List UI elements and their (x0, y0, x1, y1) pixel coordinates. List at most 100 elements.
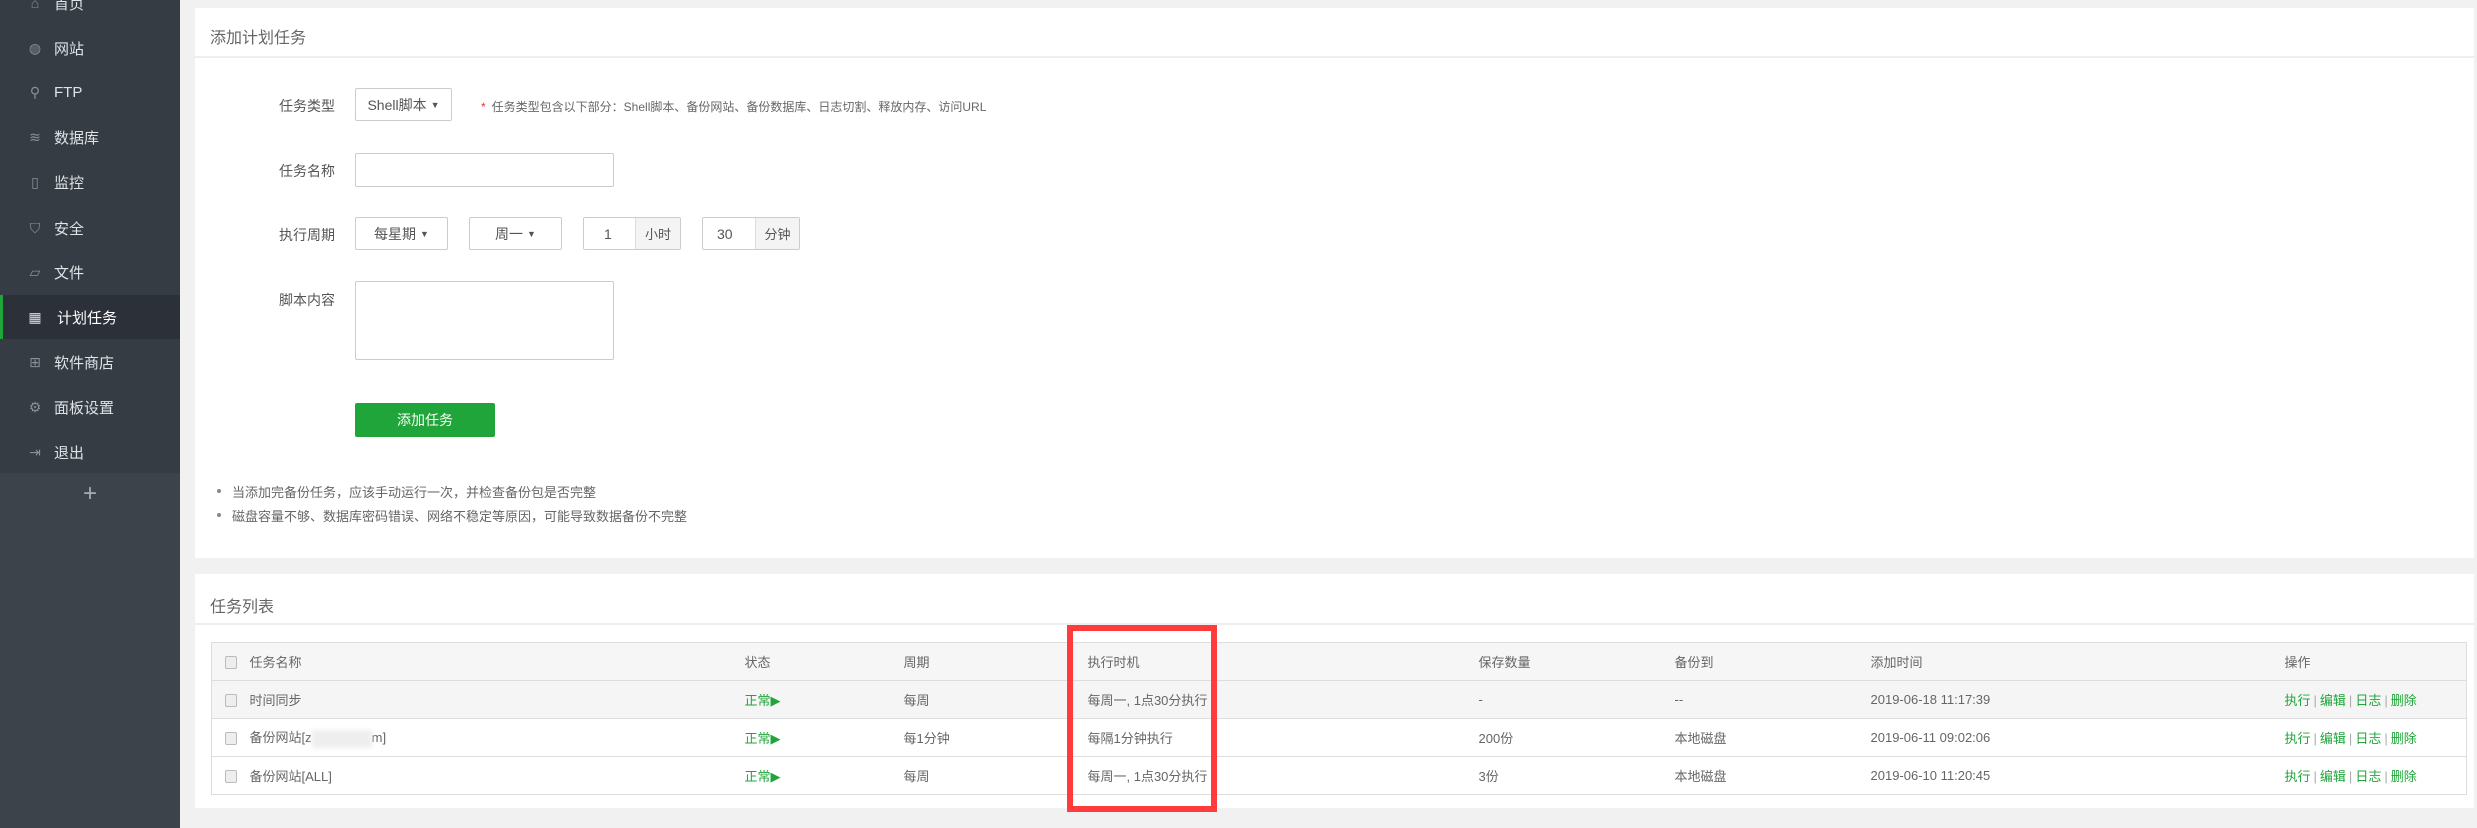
calendar-icon: ▦ (28, 309, 42, 325)
globe-icon: ◍ (28, 40, 42, 56)
task-name-input[interactable] (355, 153, 614, 187)
note-1: 当添加完备份任务，应该手动运行一次，并检查备份包是否完整 (216, 482, 596, 501)
action-edit-link[interactable]: 编辑 (2320, 731, 2346, 746)
task-name-label: 任务名称 (279, 163, 335, 179)
note-2: 磁盘容量不够、数据库密码错误、网络不稳定等原因，可能导致数据备份不完整 (216, 506, 687, 525)
gear-icon: ⚙ (28, 399, 42, 415)
col-period: 周期 (903, 642, 1088, 681)
task-list-panel: 任务列表 任务名称 状态 周期 执行时机 保存数量 备份到 添加时间 操作 时间… (195, 574, 2474, 808)
minute-unit: 分钟 (755, 218, 799, 249)
table-header: 任务名称 状态 周期 执行时机 保存数量 备份到 添加时间 操作 (211, 642, 2467, 681)
sidebar-item-settings[interactable]: ⚙ 面板设置 (0, 385, 180, 429)
minute-input[interactable]: 30 分钟 (702, 217, 800, 250)
backup-to: 本地磁盘 (1674, 718, 1871, 757)
sidebar-item-ftp[interactable]: ⚲ FTP (0, 70, 180, 114)
action-edit-link[interactable]: 编辑 (2320, 693, 2346, 708)
required-star: * (481, 100, 486, 114)
panel-title: 添加计划任务 (210, 30, 307, 47)
task-type-select[interactable]: Shell脚本 ▼ (355, 88, 452, 121)
ftp-icon: ⚲ (29, 84, 41, 100)
weekday-value: 周一 (495, 225, 524, 242)
caret-down-icon: ▼ (527, 228, 536, 239)
action-run-link[interactable]: 执行 (2285, 731, 2311, 746)
col-name: 任务名称 (249, 642, 745, 681)
sidebar-item-cron[interactable]: ▦ 计划任务 (0, 295, 180, 339)
action-run-link[interactable]: 执行 (2285, 693, 2311, 708)
separator: | (2313, 693, 2317, 708)
action-edit-link[interactable]: 编辑 (2320, 769, 2346, 784)
row-checkbox[interactable] (225, 732, 237, 746)
action-log-link[interactable]: 日志 (2355, 693, 2381, 708)
hour-unit: 小时 (635, 218, 680, 249)
status-text: 正常 (744, 731, 771, 746)
hint-text: 任务类型包含以下部分：Shell脚本、备份网站、备份数据库、日志切割、释放内存、… (491, 100, 987, 114)
added-time: 2019-06-11 09:02:06 (1870, 718, 2285, 757)
status-text: 正常 (744, 693, 771, 708)
status-toggle[interactable]: 正常▶ (744, 680, 904, 719)
database-icon: ≋ (29, 129, 41, 145)
task-name-prefix: 备份网站[z (249, 730, 312, 746)
period-label: 执行周期 (279, 227, 335, 243)
highlight-box (1067, 625, 1217, 812)
separator: | (2313, 731, 2317, 746)
caret-down-icon: ▼ (430, 99, 440, 110)
sidebar-item-logout[interactable]: ⇥ 退出 (0, 430, 180, 474)
sidebar-item-database[interactable]: ≋ 数据库 (0, 115, 180, 159)
home-icon: ⌂ (30, 0, 40, 11)
action-log-link[interactable]: 日志 (2355, 769, 2381, 784)
task-type-hint: * 任务类型包含以下部分：Shell脚本、备份网站、备份数据库、日志切割、释放内存… (481, 98, 986, 115)
status-text: 正常 (744, 769, 771, 784)
status-toggle[interactable]: 正常▶ (744, 756, 904, 795)
added-time: 2019-06-18 11:17:39 (1870, 680, 2285, 719)
sidebar-item-home[interactable]: ⌂ 首页 (0, 0, 180, 25)
task-type-label: 任务类型 (279, 98, 335, 114)
divider (195, 623, 2474, 625)
table-row: 时间同步 正常▶ 每周 每周一, 1点30分执行 - -- 2019-06-18… (211, 680, 2467, 719)
panel-title: 任务列表 (210, 599, 275, 616)
action-delete-link[interactable]: 删除 (2391, 731, 2417, 746)
period: 每1分钟 (903, 718, 1088, 757)
period-select[interactable]: 每星期 ▼ (355, 217, 448, 250)
folder-icon: ▱ (29, 264, 41, 280)
table-row: 备份网站[ALL] 正常▶ 每周 每周一, 1点30分执行 3份 本地磁盘 20… (211, 756, 2467, 795)
task-name: 备份网站[ALL] (249, 769, 332, 784)
sidebar-item-website[interactable]: ◍ 网站 (0, 26, 180, 70)
status-toggle[interactable]: 正常▶ (744, 718, 904, 757)
separator: | (2384, 769, 2388, 784)
table-row: 备份网站[z m] 正常▶ 每1分钟 每隔1分钟执行 200份 本地磁盘 2019… (211, 718, 2467, 757)
backup-to: -- (1674, 680, 1871, 719)
script-label: 脚本内容 (279, 292, 335, 308)
apps-icon: ⊞ (29, 354, 41, 370)
script-textarea[interactable] (355, 281, 614, 360)
row-checkbox[interactable] (225, 694, 237, 708)
shield-icon: ⛉ (29, 220, 41, 236)
separator: | (2313, 769, 2317, 784)
col-status: 状态 (744, 642, 904, 681)
action-delete-link[interactable]: 删除 (2391, 769, 2417, 784)
minute-value: 30 (717, 225, 733, 242)
sidebar-item-files[interactable]: ▱ 文件 (0, 250, 180, 294)
redacted (311, 729, 372, 748)
add-task-button[interactable]: 添加任务 (355, 403, 495, 437)
play-icon: ▶ (770, 731, 781, 746)
select-all-checkbox[interactable] (225, 656, 237, 670)
separator: | (2384, 693, 2388, 708)
action-delete-link[interactable]: 删除 (2391, 693, 2417, 708)
hour-input[interactable]: 1 小时 (583, 217, 681, 250)
keep-count: 200份 (1478, 718, 1675, 757)
sidebar-item-security[interactable]: ⛉ 安全 (0, 206, 180, 250)
action-run-link[interactable]: 执行 (2285, 769, 2311, 784)
monitor-icon: ▯ (31, 174, 39, 190)
actions: 执行 | 编辑 | 日志 | 删除 (2284, 680, 2467, 719)
divider (195, 56, 2474, 58)
keep-count: - (1478, 680, 1675, 719)
action-log-link[interactable]: 日志 (2355, 731, 2381, 746)
sidebar-item-monitor[interactable]: ▯ 监控 (0, 160, 180, 204)
sidebar-item-store[interactable]: ⊞ 软件商店 (0, 340, 180, 384)
row-checkbox[interactable] (225, 770, 237, 784)
logout-icon: ⇥ (29, 444, 41, 460)
add-menu-button[interactable]: + (0, 480, 180, 508)
weekday-select[interactable]: 周一 ▼ (469, 217, 562, 250)
backup-to: 本地磁盘 (1674, 756, 1871, 795)
task-name-suffix: m] (371, 730, 387, 746)
